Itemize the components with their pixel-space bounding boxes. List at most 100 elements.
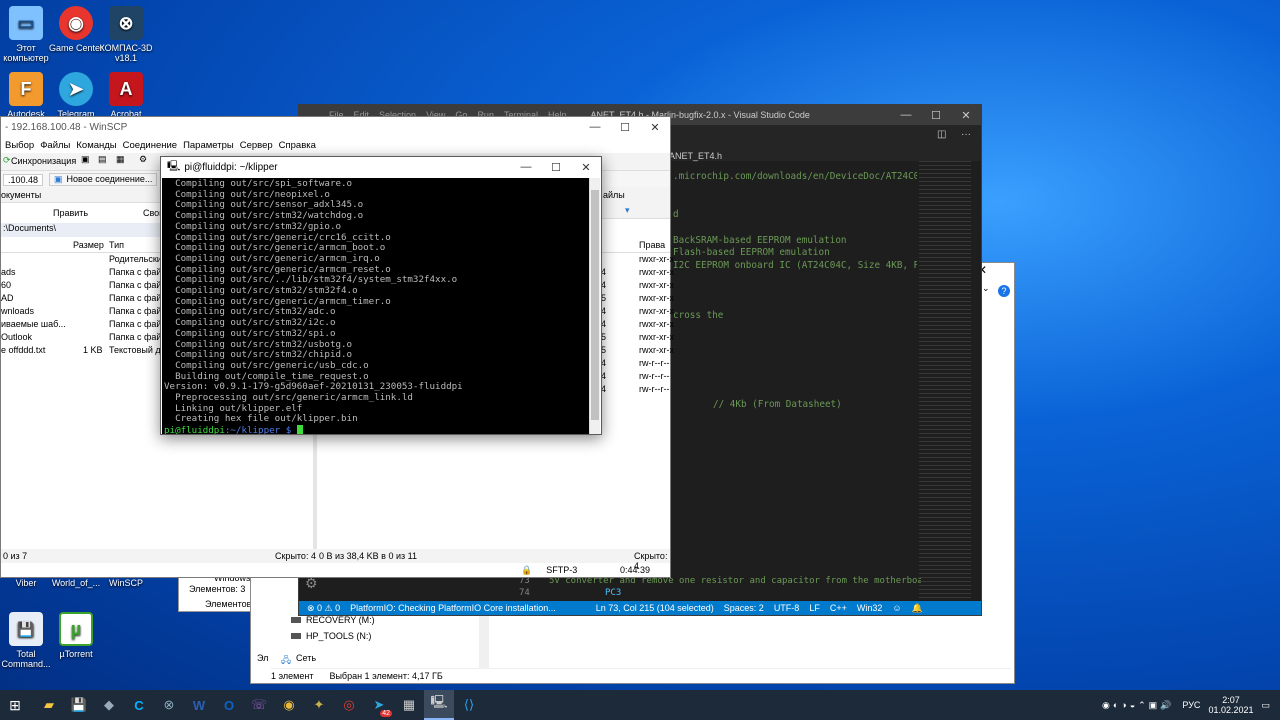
table-row[interactable]: rwxr-xr-x [639,254,674,264]
platform[interactable]: Win32 [857,603,883,613]
scrollbar-thumb[interactable] [591,190,599,420]
table-row[interactable]: rwxr-xr-x [639,319,674,329]
eol[interactable]: LF [809,603,820,613]
sync-icon[interactable]: ⟳ [3,155,11,166]
save-taskbar-icon[interactable]: 💾 [64,690,94,720]
putty-window[interactable]: 🖳 pi@fluiddpi: ~/klipper — ☐ ✕ Compiling… [160,156,602,435]
list-item[interactable]: ads [1,267,16,277]
list-item[interactable]: AD [1,293,14,303]
left-path-bar[interactable]: :\Documents\ [1,223,161,237]
terminal-scrollbar[interactable] [589,178,600,434]
chrome-taskbar-icon[interactable]: ◉ [274,690,304,720]
putty-taskbar-icon[interactable]: 🖳 [424,690,454,720]
help-icon[interactable]: ? [998,285,1010,297]
table-row[interactable]: rw-r--r-- [639,371,669,381]
drive-recovery[interactable]: RECOVERY (M:) [291,615,375,625]
nav-network[interactable]: 🖧 Сеть [281,653,316,669]
list-item[interactable]: иваемые шаб... [1,319,66,329]
clock[interactable]: 2:07 01.02.2021 [1208,695,1253,715]
left-file-list[interactable]: Родительский ads Папка с файла 60 Папка … [1,254,172,554]
close-button[interactable]: ✕ [640,121,670,134]
game-taskbar-icon[interactable]: ✦ [304,690,334,720]
editor-tab[interactable]: ANET_ET4.h [669,151,722,161]
menu-select[interactable]: Выбор [5,140,34,151]
desktop-icon-utorrent[interactable]: µ µTorrent [44,612,108,659]
tray-icons[interactable]: ◉◐◑◒⌃▣🔊 [1102,700,1174,711]
table-row[interactable]: rwxr-xr-x [639,345,674,355]
session-tab[interactable]: .100.48 [3,174,44,186]
kompas-taskbar-icon[interactable]: ⊗ [154,690,184,720]
menu-options[interactable]: Параметры [183,140,234,151]
terminal-output[interactable]: Compiling out/src/spi_software.o Compili… [162,178,590,434]
bell-icon[interactable]: 🔔 [912,603,923,614]
platformio-status[interactable]: PlatformIO: Checking PlatformIO Core ins… [350,603,556,613]
menu-server[interactable]: Сервер [240,140,273,151]
menu-commands[interactable]: Команды [76,140,116,151]
desktop-icon-kompas[interactable]: ⊗ КОМПАС-3D v18.1 [94,6,158,63]
list-item[interactable]: Родительский [109,254,167,264]
telegram-taskbar-icon[interactable]: ➤ 42 [364,690,394,720]
new-session-tab[interactable]: ▣ Новое соединение... [49,173,158,186]
menu-connection[interactable]: Соединение [123,140,177,151]
queue-icon[interactable]: ▦ [116,154,125,165]
drive-hp-tools[interactable]: HP_TOOLS (N:) [291,631,371,641]
sync-button[interactable]: Синхронизация [11,156,76,166]
table-row[interactable]: rwxr-xr-x [639,306,674,316]
editor-code[interactable]: .microchip.com/downloads/en/DeviceDoc/AT… [673,169,917,639]
desktop-icon-winscp[interactable]: WinSCP [94,578,158,588]
minimap[interactable] [919,161,971,601]
panel-divider[interactable] [313,435,317,549]
close-button[interactable]: ✕ [951,109,981,122]
table-row[interactable]: rw-r--r-- [639,358,669,368]
minimize-button[interactable]: — [891,109,921,122]
table-row[interactable]: rwxr-xr-x [639,280,674,290]
app-c-taskbar-icon[interactable]: C [124,690,154,720]
word-taskbar-icon[interactable]: W [184,690,214,720]
list-item[interactable]: e offddd.txt [1,345,45,355]
cursor-position[interactable]: Ln 73, Col 215 (104 selected) [596,603,714,613]
table-row[interactable]: rwxr-xr-x [639,267,674,277]
compare-icon[interactable]: ▤ [98,154,107,165]
maximize-button[interactable]: ☐ [610,121,640,134]
terminal-icon[interactable]: ▣ [81,154,90,165]
column-rights[interactable]: Права [639,240,665,250]
maximize-button[interactable]: ☐ [921,109,951,122]
opera-taskbar-icon[interactable]: ◎ [334,690,364,720]
indent-spaces[interactable]: Spaces: 2 [724,603,764,613]
explorer-taskbar-icon[interactable]: ▰ [34,690,64,720]
menu-files[interactable]: Файлы [40,140,70,151]
minimize-button[interactable]: — [580,121,610,134]
list-item[interactable]: wnloads [1,306,34,316]
close-button[interactable]: ✕ [571,161,601,174]
edit-button[interactable]: Править [53,208,88,218]
column-type[interactable]: Тип [109,240,124,250]
feedback-icon[interactable]: ☺ [892,603,901,613]
filter-icon[interactable]: ▾ [625,205,630,216]
outlook-taskbar-icon[interactable]: O [214,690,244,720]
start-button[interactable]: ⊞ [0,690,30,720]
menu-help[interactable]: Справка [279,140,316,151]
more-actions-icon[interactable]: ··· [961,129,971,140]
viber-taskbar-icon[interactable]: ☏ [244,690,274,720]
files-button[interactable]: айлы [603,190,625,200]
terminal-prompt[interactable]: pi@fluiddpi:~/klipper $ [164,425,588,434]
app-taskbar-icon[interactable]: ◆ [94,690,124,720]
desktop-icon-acrobat[interactable]: A Acrobat [94,72,158,119]
minimize-button[interactable]: — [511,161,541,174]
table-row[interactable]: rw-r--r-- [639,384,669,394]
language-indicator[interactable]: РУС [1182,700,1200,710]
total-commander-taskbar-icon[interactable]: ▦ [394,690,424,720]
split-editor-icon[interactable]: ◫ [937,129,946,140]
chevron-down-icon[interactable]: ⌄ [982,283,990,294]
path-combo[interactable]: окументы [1,190,41,200]
encoding[interactable]: UTF-8 [774,603,800,613]
right-file-list[interactable]: rwxr-xr-x 4 rwxr-xr-x 4 rwxr-xr-x 5 rwxr… [601,254,674,404]
list-item[interactable]: Outlook [1,332,32,342]
maximize-button[interactable]: ☐ [541,161,571,174]
column-size[interactable]: Размер [73,240,104,250]
notifications-icon[interactable]: ▭ [1261,700,1270,711]
table-row[interactable]: rwxr-xr-x [639,332,674,342]
table-row[interactable]: rwxr-xr-x [639,293,674,303]
gear-icon[interactable]: ⚙ [139,154,147,165]
list-item[interactable]: 60 [1,280,11,290]
